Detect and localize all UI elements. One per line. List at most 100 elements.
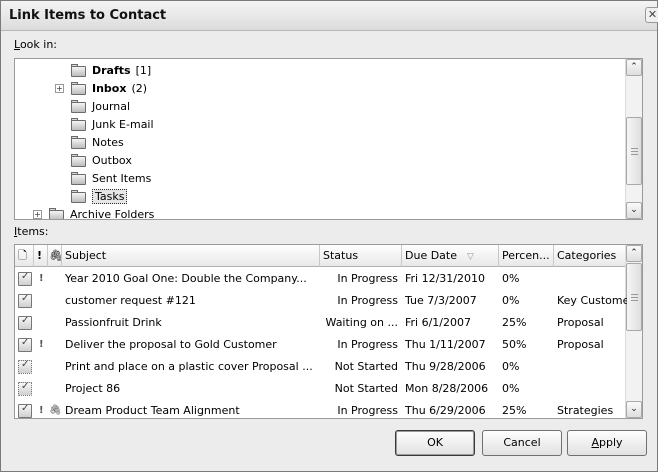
cell-status: In Progress (337, 272, 398, 285)
cancel-button[interactable]: Cancel (482, 430, 562, 456)
column-subject-header[interactable]: Subject (62, 245, 320, 267)
ok-button[interactable]: OK (395, 430, 475, 456)
high-importance-icon: ! (39, 405, 44, 416)
cell-status: Not Started (334, 382, 398, 395)
column-icon-header[interactable]: 🗋 (15, 245, 34, 267)
tasks-folder-icon (70, 189, 87, 204)
document-icon: 🗋 (18, 249, 27, 262)
folder-item[interactable]: Drafts [1] (70, 62, 151, 79)
outbox-folder-icon (70, 153, 87, 168)
cell-percent: 25% (502, 316, 527, 329)
scroll-up-button[interactable]: ⌃ (626, 59, 642, 76)
items-scrollbar[interactable]: ⌃ ⌄ (625, 245, 642, 418)
folder-tree[interactable]: ⌃ ⌄ Drafts [1] + Inbox (2) Journal Junk E-mail… (14, 58, 643, 220)
column-categories-header[interactable]: Categories (554, 245, 627, 267)
cell-percent: 0% (502, 360, 520, 373)
cell-subject: customer request #121 (65, 294, 196, 307)
folder-name: Journal (92, 100, 131, 113)
scroll-down-button[interactable]: ⌄ (626, 202, 642, 219)
cell-due-date: Mon 8/28/2006 (405, 382, 489, 395)
junk-email-folder-icon (70, 117, 87, 132)
cell-categories: Proposal (557, 316, 604, 329)
table-row[interactable]: Passionfruit Drink Waiting on ... Fri 6/1/… (15, 312, 627, 334)
cell-categories: Strategies (557, 404, 614, 417)
table-row[interactable]: Print and place on a plastic cover Propo… (15, 356, 627, 378)
cell-subject: Deliver the proposal to Gold Customer (65, 338, 277, 351)
folder-name: Inbox (92, 82, 127, 95)
cell-percent: 25% (502, 404, 527, 417)
assigned-task-icon (18, 381, 32, 396)
items-list[interactable]: 🗋 ! 🖇 Subject Status Due Date ▽ Percen...… (14, 244, 643, 419)
link-items-dialog: Link Items to Contact ✕ Look in: ⌃ ⌄ Dra… (0, 0, 658, 472)
column-importance-header[interactable]: ! (34, 245, 48, 267)
table-row[interactable]: Project 86 Not Started Mon 8/28/2006 0% (15, 378, 627, 400)
close-icon: ✕ (647, 8, 658, 21)
chevron-up-icon: ⌃ (630, 62, 638, 72)
folder-item[interactable]: + Inbox (2) (55, 80, 147, 97)
cell-subject: Print and place on a plastic cover Propo… (65, 360, 313, 373)
cell-subject: Dream Product Team Alignment (65, 404, 240, 417)
importance-icon: ! (37, 249, 43, 262)
notes-folder-icon (70, 135, 87, 150)
folder-item[interactable]: Junk E-mail (70, 116, 154, 133)
cell-categories (554, 356, 627, 378)
attachment-icon: 🖇 (49, 405, 62, 416)
cell-due-date: Thu 6/29/2006 (405, 404, 486, 417)
folder-name: Archive Folders (70, 208, 155, 220)
items-header: 🗋 ! 🖇 Subject Status Due Date ▽ Percen...… (15, 245, 627, 267)
column-percent-header[interactable]: Percen... (499, 245, 554, 267)
cell-categories (554, 268, 627, 290)
cell-categories (554, 378, 627, 400)
table-row[interactable]: ! Deliver the proposal to Gold Customer In… (15, 334, 627, 356)
task-icon (18, 337, 32, 352)
column-attachment-header[interactable]: 🖇 (48, 245, 62, 267)
scroll-down-button[interactable]: ⌄ (626, 401, 642, 418)
folder-name: Junk E-mail (92, 118, 154, 131)
table-row[interactable]: ! 🖇Dream Product Team Alignment In Progres… (15, 400, 627, 418)
folder-item[interactable]: Outbox (70, 152, 132, 169)
cell-due-date: Tue 7/3/2007 (405, 294, 477, 307)
column-due-date-header[interactable]: Due Date ▽ (402, 245, 499, 267)
folder-item[interactable]: Notes (70, 134, 124, 151)
inbox-folder-icon (70, 81, 87, 96)
assigned-task-icon (18, 359, 32, 374)
folder-unread-count: (2) (131, 82, 148, 95)
column-status-header[interactable]: Status (320, 245, 402, 267)
title-bar: Link Items to Contact ✕ (1, 1, 658, 31)
folder-tree-scrollbar[interactable]: ⌃ ⌄ (625, 59, 642, 219)
cell-percent: 50% (502, 338, 527, 351)
scroll-up-button[interactable]: ⌃ (626, 245, 642, 262)
task-icon (18, 271, 32, 286)
sent-items-folder-icon (70, 171, 87, 186)
cell-percent: 0% (502, 294, 520, 307)
cell-due-date: Fri 12/31/2010 (405, 272, 486, 285)
cell-status: In Progress (337, 338, 398, 351)
expand-icon[interactable]: + (55, 84, 64, 93)
folder-name: Drafts (92, 64, 131, 77)
folder-item[interactable]: Tasks (70, 188, 128, 205)
scroll-thumb[interactable] (626, 263, 642, 331)
folder-item[interactable]: Sent Items (70, 170, 151, 187)
folder-name: Outbox (92, 154, 132, 167)
cell-categories: Key Customer (557, 294, 627, 307)
folder-item[interactable]: + Archive Folders (33, 206, 155, 220)
folder-item[interactable]: Journal (70, 98, 130, 115)
cell-due-date: Fri 6/1/2007 (405, 316, 472, 329)
cell-status: In Progress (337, 404, 398, 417)
apply-button[interactable]: Apply (567, 430, 647, 456)
task-icon (18, 315, 32, 330)
table-row[interactable]: ! Year 2010 Goal One: Double the Company.… (15, 268, 627, 290)
cell-categories: Proposal (557, 338, 604, 351)
folder-name: Tasks (92, 189, 128, 204)
cell-due-date: Thu 9/28/2006 (405, 360, 486, 373)
folder-unread-count: [1] (135, 64, 152, 77)
journal-icon (70, 99, 87, 114)
close-button[interactable]: ✕ (645, 7, 658, 23)
scroll-thumb[interactable] (626, 117, 642, 185)
chevron-down-icon: ⌄ (630, 205, 638, 215)
folder-name: Sent Items (92, 172, 152, 185)
table-row[interactable]: customer request #121 In Progress Tue 7/3/… (15, 290, 627, 312)
cell-status: Waiting on ... (325, 316, 398, 329)
dialog-title: Link Items to Contact (9, 8, 167, 23)
expand-icon[interactable]: + (33, 210, 42, 219)
